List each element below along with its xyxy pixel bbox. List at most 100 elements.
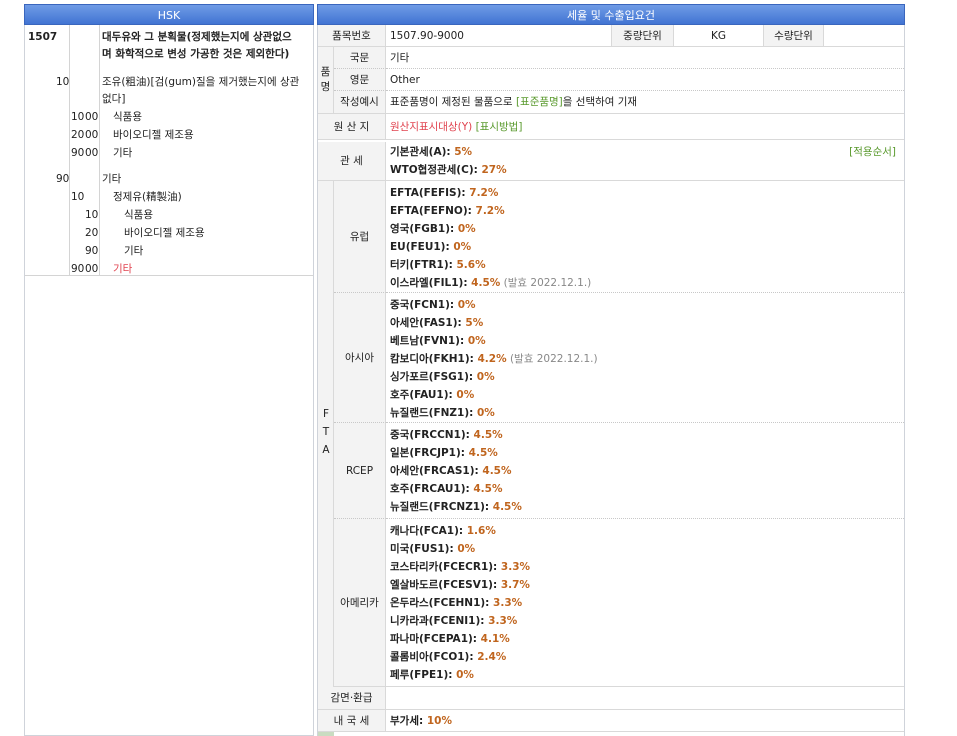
row-code: 90 [71,263,85,275]
heading-code: 1507 [28,31,58,43]
fta-rate-line: 콜롬비아(FCO1): 2.4% [390,648,506,666]
row-code: 10 [71,191,85,203]
fta-rate-line: 뉴질랜드(FRCNZ1): 4.5% [390,498,522,516]
fta-rate-line: 중국(FRCCN1): 4.5% [390,426,503,444]
fta-agreement-label: 터키(FTR1): [390,259,457,271]
fta-rate-value: 7.2% [475,205,505,217]
fta-rate-line: 중국(FCN1): 0% [390,296,476,314]
fta-agreement-label: 아세안(FAS1): [390,317,466,329]
name-group-label: 품명 [318,47,334,114]
fta-label: F T A [318,181,334,707]
fta-rate-line: 캄보디아(FKH1): 4.2% (발효 2022.12.1.) [390,350,598,368]
fta-rate-line: 니카라과(FCENI1): 3.3% [390,612,517,630]
example-text: 표준품명이 제정된 물품으로 [390,96,516,108]
row-desc-cont: 없다] [102,93,126,105]
item-no-label: 품목번호 [318,25,386,47]
fta-rate-line: EFTA(FEFIS): 7.2% [390,184,498,202]
item-no-value: 1507.90-9000 [386,25,612,47]
fta-group-america: 아메리카 [334,519,386,687]
fta-rate-value: 0% [456,389,475,401]
fta-rate-value: 4.5% [492,501,522,513]
fta-rate-value: 3.3% [493,597,523,609]
fta-agreement-label: EU(FEU1): [390,241,454,253]
fta-group-asia: 아시아 [334,293,386,423]
fta-rate-line: 일본(FRCJP1): 4.5% [390,444,498,462]
heading-desc-line2: 며 화학적으로 변성 가공한 것은 제외한다) [102,48,290,60]
fta-agreement-label: EFTA(FEFIS): [390,187,470,199]
row-subcode: 00 [85,263,99,275]
fta-rate-value: 5.6% [456,259,486,271]
basic-tariff-label: 기본관세(A): [390,146,455,158]
fta-agreement-label: 콜롬비아(FCO1): [390,651,478,663]
row-code: 10 [71,111,85,123]
reduction-value [386,687,904,710]
fta-agreement-label: 파나마(FCEPA1): [390,633,481,645]
fta-agreement-label: 아세안(FRCAS1): [390,465,483,477]
fta-rate-line: 터키(FTR1): 5.6% [390,256,486,274]
fta-rate-value: 7.2% [469,187,499,199]
row-desc: 식품용 [113,111,142,123]
fta-rate-line: 엘살바도르(FCESV1): 3.7% [390,576,530,594]
fta-rate-line: 파나마(FCEPA1): 4.1% [390,630,510,648]
weight-unit-label: 중량단위 [612,25,674,47]
fta-effective-note: (발효 2022.12.1.) [506,353,598,365]
fta-rate-value: 4.5% [482,465,512,477]
row-desc: 조유(粗油)[검(gum)질을 제거했는지에 상관 [102,76,300,88]
fta-america-rates: 캐나다(FCA1): 1.6% 미국(FUS1): 0% 코스타리카(FCECR1)… [386,519,904,687]
fta-rate-line: 뉴질랜드(FNZ1): 0% [390,404,495,422]
domestic-tax-label: 내 국 세 [318,710,386,732]
basic-tariff-rate: 5% [454,146,473,158]
fta-agreement-label: 중국(FCN1): [390,299,458,311]
fta-rate-value: 0% [457,543,476,555]
row-code: 20 [71,129,85,141]
fta-rate-value: 0% [453,241,472,253]
row-code: 90 [85,245,99,257]
row-desc-selected: 기타 [113,263,133,275]
row-code: 10 [85,209,99,221]
fta-rate-value: 0% [457,299,476,311]
row-desc: 바이오디젤 제조용 [124,227,205,239]
fta-rate-value: 3.3% [500,561,531,573]
korean-value: 기타 [386,47,904,69]
mark-method-link[interactable]: [표시방법] [476,121,523,133]
fta-agreement-label: 미국(FUS1): [390,543,458,555]
korean-label: 국문 [334,47,386,69]
fta-rate-line: 이스라엘(FIL1): 4.5% (발효 2022.12.1.) [390,274,591,292]
fta-rate-value: 4.5% [471,277,501,289]
origin-value: 원산지표시대상(Y) [표시방법] [386,114,904,140]
row-subcode: 00 [85,111,99,123]
fta-agreement-label: 엘살바도르(FCESV1): [390,579,501,591]
standard-name-link[interactable]: [표준품명] [516,96,563,108]
fta-rate-value: 4.1% [480,633,510,645]
fta-rate-value: 0% [467,335,486,347]
tariff-table: 품목번호 1507.90-9000 중량단위 KG 수량단위 품명 국문 기타 … [317,25,905,736]
fta-agreement-label: 뉴질랜드(FRCNZ1): [390,501,493,513]
fta-agreement-label: 온두라스(FCEHN1): [390,597,494,609]
fta-europe-rates: EFTA(FEFIS): 7.2% EFTA(FEFNO): 7.2% 영국(FGB… [386,181,904,293]
tariff-panel: 세율 및 수출입요건 품목번호 1507.90-9000 중량단위 KG 수량단… [317,4,905,736]
origin-mark-link[interactable]: 원산지표시대상(Y) [390,121,472,133]
tariff-label: 관 세 [318,142,386,181]
row-code: 10 [56,76,70,88]
fta-agreement-label: 중국(FRCCN1): [390,429,474,441]
fta-rate-value: 1.6% [466,525,496,537]
next-row-marker [318,732,334,736]
example-text-end: 을 선택하여 기재 [562,96,638,108]
english-value: Other [386,69,904,91]
fta-agreement-label: 싱가포르(FSG1): [390,371,477,383]
hsk-tree: 1507 대두유와 그 분획물(정제했는지에 상관없으 며 화학적으로 변성 가… [24,25,314,736]
fta-agreement-label: 코스타리카(FCECR1): [390,561,501,573]
fta-agreement-label: 캐나다(FCA1): [390,525,467,537]
fta-rate-value: 2.4% [477,651,507,663]
apply-order-link[interactable]: [적용순서] [849,143,896,161]
row-code: 90 [56,173,70,185]
fta-rate-line: 호주(FAU1): 0% [390,386,474,404]
tariff-header: 세율 및 수출입요건 [317,4,905,25]
fta-rate-value: 3.7% [500,579,530,591]
name-group-text: 품명 [320,66,331,93]
fta-rate-value: 4.5% [468,447,498,459]
tariff-value: 기본관세(A): 5% WTO협정관세(C): 27% [적용순서] [386,142,904,181]
qty-unit-label: 수량단위 [764,25,824,47]
qty-unit-value [824,25,904,47]
example-label: 작성예시 [334,91,386,114]
